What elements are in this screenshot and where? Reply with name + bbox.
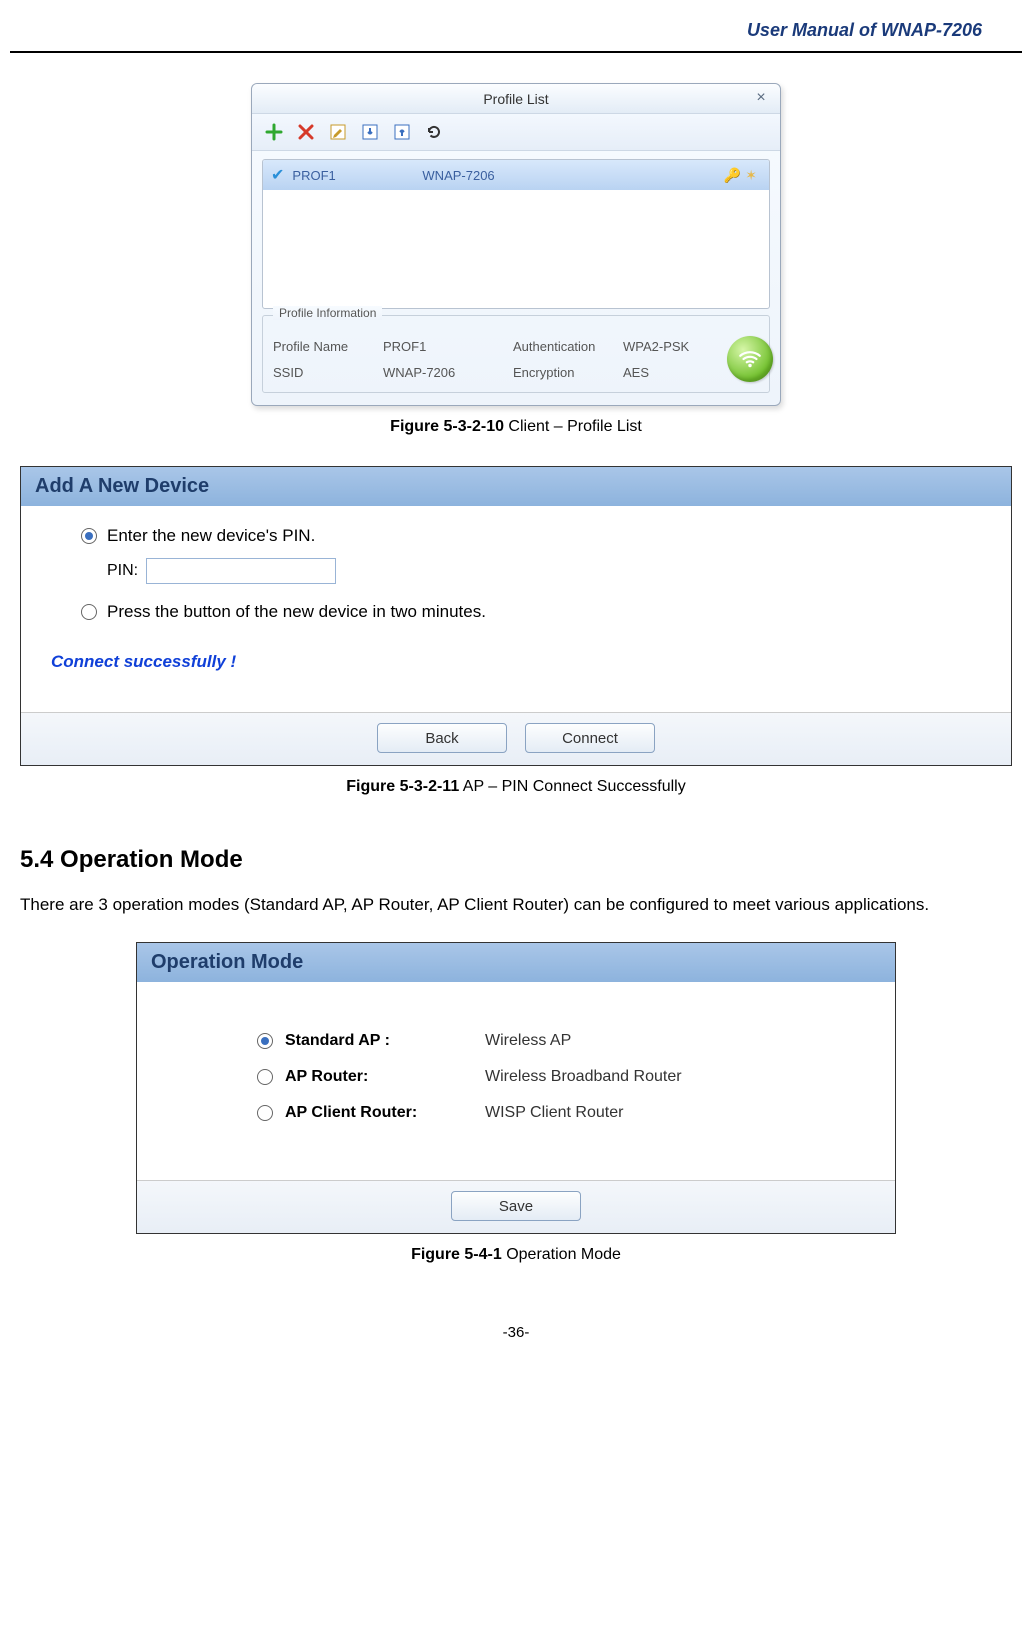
export-icon[interactable] bbox=[390, 120, 414, 144]
profile-row[interactable]: ✔ PROF1 WNAP-7206 🔑 ✶ bbox=[263, 160, 769, 190]
radio-icon[interactable] bbox=[257, 1069, 273, 1085]
window-titlebar: Profile List × bbox=[252, 84, 780, 114]
profile-info-legend: Profile Information bbox=[273, 306, 382, 320]
figure2-caption: Figure 5-3-2-11 AP – PIN Connect Success… bbox=[10, 778, 1022, 796]
operation-mode-option[interactable]: Standard AP :Wireless AP bbox=[257, 1032, 865, 1050]
import-icon[interactable] bbox=[358, 120, 382, 144]
page-number: -36- bbox=[10, 1324, 1022, 1341]
section-heading: 5.4 Operation Mode bbox=[20, 846, 1012, 874]
operation-mode-label: AP Router: bbox=[285, 1068, 485, 1086]
pin-label: PIN: bbox=[107, 562, 138, 580]
enc-label: Encryption bbox=[513, 365, 623, 380]
connect-success-msg: Connect successfully ! bbox=[51, 652, 981, 672]
auth-label: Authentication bbox=[513, 339, 623, 354]
refresh-icon[interactable] bbox=[422, 120, 446, 144]
option-press-button-label: Press the button of the new device in tw… bbox=[107, 602, 486, 622]
profile-toolbar bbox=[252, 114, 780, 151]
connect-button[interactable]: Connect bbox=[525, 723, 655, 753]
profile-name-label: Profile Name bbox=[273, 339, 383, 354]
check-icon: ✔ bbox=[271, 165, 284, 185]
close-icon[interactable]: × bbox=[752, 89, 770, 107]
figure3-caption: Figure 5-4-1 Operation Mode bbox=[10, 1246, 1022, 1264]
operation-mode-desc: Wireless AP bbox=[485, 1032, 571, 1050]
add-device-title: Add A New Device bbox=[21, 467, 1011, 506]
profile-row-name: PROF1 bbox=[292, 168, 422, 183]
profile-info-box: Profile Information Profile Name PROF1 A… bbox=[262, 315, 770, 393]
option-enter-pin-label: Enter the new device's PIN. bbox=[107, 526, 315, 546]
radio-icon[interactable] bbox=[257, 1033, 273, 1049]
delete-icon[interactable] bbox=[294, 120, 318, 144]
ssid-value: WNAP-7206 bbox=[383, 365, 513, 380]
operation-mode-label: AP Client Router: bbox=[285, 1104, 485, 1122]
wifi-status-icon bbox=[727, 336, 773, 382]
profile-list-window: Profile List × ✔ PROF1 WNAP-7206 🔑 ✶ Pro… bbox=[251, 83, 781, 406]
ssid-label: SSID bbox=[273, 365, 383, 380]
enc-value: AES bbox=[623, 365, 713, 380]
operation-mode-title: Operation Mode bbox=[137, 943, 895, 982]
section-paragraph: There are 3 operation modes (Standard AP… bbox=[20, 888, 1012, 922]
profile-name-value: PROF1 bbox=[383, 339, 513, 354]
add-device-panel: Add A New Device Enter the new device's … bbox=[20, 466, 1012, 766]
figure1-caption: Figure 5-3-2-10 Client – Profile List bbox=[10, 418, 1022, 436]
operation-mode-desc: Wireless Broadband Router bbox=[485, 1068, 682, 1086]
auth-value: WPA2-PSK bbox=[623, 339, 713, 354]
edit-icon[interactable] bbox=[326, 120, 350, 144]
page-header: User Manual of WNAP-7206 bbox=[10, 0, 1022, 53]
profile-row-ssid: WNAP-7206 bbox=[422, 168, 723, 183]
operation-mode-desc: WISP Client Router bbox=[485, 1104, 623, 1122]
back-button[interactable]: Back bbox=[377, 723, 507, 753]
option-enter-pin[interactable]: Enter the new device's PIN. bbox=[81, 526, 981, 546]
plus-icon[interactable] bbox=[262, 120, 286, 144]
operation-mode-panel: Operation Mode Standard AP :Wireless APA… bbox=[136, 942, 896, 1234]
radio-icon[interactable] bbox=[257, 1105, 273, 1121]
option-press-button[interactable]: Press the button of the new device in tw… bbox=[81, 602, 981, 622]
operation-mode-option[interactable]: AP Router:Wireless Broadband Router bbox=[257, 1068, 865, 1086]
profile-listbox[interactable]: ✔ PROF1 WNAP-7206 🔑 ✶ bbox=[262, 159, 770, 309]
signal-icon: ✶ bbox=[745, 167, 757, 184]
radio-icon[interactable] bbox=[81, 604, 97, 620]
radio-icon[interactable] bbox=[81, 528, 97, 544]
operation-mode-label: Standard AP : bbox=[285, 1032, 485, 1050]
save-button[interactable]: Save bbox=[451, 1191, 581, 1221]
window-title: Profile List bbox=[483, 91, 548, 107]
pin-input[interactable] bbox=[146, 558, 336, 584]
key-icon: 🔑 bbox=[724, 167, 741, 184]
operation-mode-option[interactable]: AP Client Router:WISP Client Router bbox=[257, 1104, 865, 1122]
